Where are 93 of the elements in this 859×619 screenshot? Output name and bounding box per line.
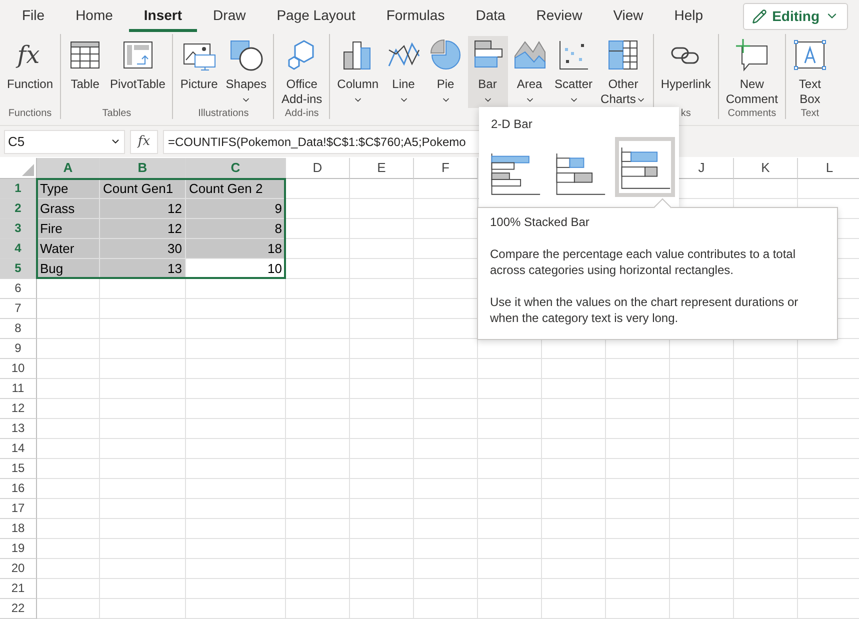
ribbon-tab[interactable]: Insert — [128, 0, 198, 32]
ribbon-tab[interactable]: Formulas — [371, 0, 460, 32]
table-cell[interactable]: Fire — [37, 219, 100, 239]
row-header[interactable]: 22 — [0, 599, 37, 619]
pivot-table-button[interactable]: PivotTable — [107, 36, 168, 108]
row-header[interactable]: 2 — [0, 199, 37, 219]
group-label: Tables — [101, 108, 132, 120]
row-header[interactable]: 17 — [0, 499, 37, 519]
table-cell[interactable]: 9 — [186, 199, 286, 219]
group-label: Text — [800, 108, 820, 120]
table-cell[interactable]: 13 — [100, 259, 186, 279]
pencil-icon — [752, 8, 768, 24]
insert-function-button[interactable]: fx — [130, 130, 158, 154]
row-header[interactable]: 13 — [0, 419, 37, 439]
name-box[interactable]: C5 — [4, 130, 125, 154]
row-header[interactable]: 16 — [0, 479, 37, 499]
table-cell[interactable]: Water — [37, 239, 100, 259]
group-label: Add-ins — [284, 108, 320, 120]
row-header[interactable]: 12 — [0, 399, 37, 419]
text-box-button[interactable]: Text Box — [790, 36, 830, 108]
table-cell[interactable]: 8 — [186, 219, 286, 239]
pie-chart-button[interactable]: Pie — [426, 36, 466, 108]
letter-header[interactable]: E — [350, 158, 414, 179]
ribbon-tab[interactable]: Draw — [198, 0, 261, 32]
function-button[interactable]: fx Function — [4, 36, 56, 108]
ribbon-tab[interactable]: Help — [659, 0, 718, 32]
table-cell[interactable]: Count Gen1 — [100, 179, 186, 199]
table-cell[interactable]: 12 — [100, 199, 186, 219]
cell-reference: C5 — [8, 134, 25, 149]
table-cell[interactable]: 30 — [100, 239, 186, 259]
ribbon-tab[interactable]: View — [598, 0, 658, 32]
row-header[interactable]: 20 — [0, 559, 37, 579]
other-charts-icon — [606, 38, 640, 72]
row-header[interactable]: 5 — [0, 259, 37, 279]
tooltip-title: 100% Stacked Bar — [490, 214, 590, 230]
row-header[interactable]: 10 — [0, 359, 37, 379]
row-header[interactable]: 9 — [0, 339, 37, 359]
function-icon: fx — [16, 39, 44, 71]
row-header[interactable]: 4 — [0, 239, 37, 259]
column-chart-button[interactable]: Column — [334, 36, 382, 108]
scatter-chart-button[interactable]: Scatter — [552, 36, 596, 108]
tooltip-text: Compare the percentage each value contributes to a total across categories using horizontal rectangles. — [490, 246, 797, 278]
row-header[interactable]: 21 — [0, 579, 37, 599]
table-cell[interactable]: Type — [37, 179, 100, 199]
chart-type-option[interactable] — [615, 137, 675, 197]
table-cell[interactable]: Grass — [37, 199, 100, 219]
new-comment-button[interactable]: New Comment — [722, 36, 781, 108]
ribbon-tab[interactable]: Data — [460, 0, 520, 32]
row-header[interactable]: 6 — [0, 279, 37, 299]
row-header[interactable]: 15 — [0, 459, 37, 479]
row-header[interactable]: 11 — [0, 379, 37, 399]
letter-header[interactable]: A — [37, 158, 100, 179]
add-ins-button[interactable]: Office Add-ins — [278, 36, 326, 108]
letter-header[interactable]: B — [100, 158, 186, 179]
text-box-icon — [792, 38, 827, 72]
bar-chart-button[interactable]: Bar — [468, 36, 508, 108]
row-header[interactable]: 1 — [0, 179, 37, 199]
shapes-icon — [229, 38, 264, 72]
ribbon-tab[interactable]: File — [7, 0, 60, 32]
hyperlink-button[interactable]: Hyperlink — [658, 36, 714, 108]
picture-button[interactable]: Picture — [177, 36, 221, 108]
pie-chart-icon — [428, 38, 463, 72]
row-header[interactable]: 18 — [0, 519, 37, 539]
scatter-chart-icon — [556, 38, 591, 72]
ribbon-tab[interactable]: Home — [60, 0, 128, 32]
letter-header[interactable]: C — [186, 158, 286, 179]
row-header[interactable]: 19 — [0, 539, 37, 559]
gallery-heading: 2-D Bar — [491, 117, 534, 131]
tooltip-text: Use it when the values on the chart represent durations or when the category text is very long. — [490, 294, 800, 326]
row-header[interactable]: 8 — [0, 319, 37, 339]
shapes-button[interactable]: Shapes — [222, 36, 270, 108]
letter-header[interactable]: F — [414, 158, 478, 179]
group-label: Comments — [726, 108, 778, 120]
row-header[interactable]: 7 — [0, 299, 37, 319]
group-label: Functions — [7, 108, 53, 120]
table-cell[interactable]: 18 — [186, 239, 286, 259]
other-charts-button[interactable]: Other Charts — [598, 36, 649, 108]
editing-button[interactable]: Editing — [743, 2, 848, 30]
group-label: ks — [680, 108, 692, 120]
table-button[interactable]: Table — [65, 36, 106, 108]
letter-header[interactable]: D — [286, 158, 350, 179]
row-header[interactable]: 3 — [0, 219, 37, 239]
letter-header[interactable]: K — [734, 158, 798, 179]
ribbon-tab[interactable]: Review — [521, 0, 598, 32]
ribbon-tab[interactable]: Page Layout — [262, 0, 370, 32]
row-header[interactable]: 14 — [0, 439, 37, 459]
table-cell[interactable]: Count Gen 2 — [186, 179, 286, 199]
line-chart-button[interactable]: Line — [384, 36, 424, 108]
group-label: Illustrations — [197, 108, 250, 120]
comment-icon — [734, 38, 769, 72]
table-cell[interactable]: 12 — [100, 219, 186, 239]
formula-field[interactable]: =COUNTIFS(Pokemon_Data!$C$1:$C$760;A5;Pokemo — [163, 130, 479, 154]
area-chart-button[interactable]: Area — [510, 36, 550, 108]
